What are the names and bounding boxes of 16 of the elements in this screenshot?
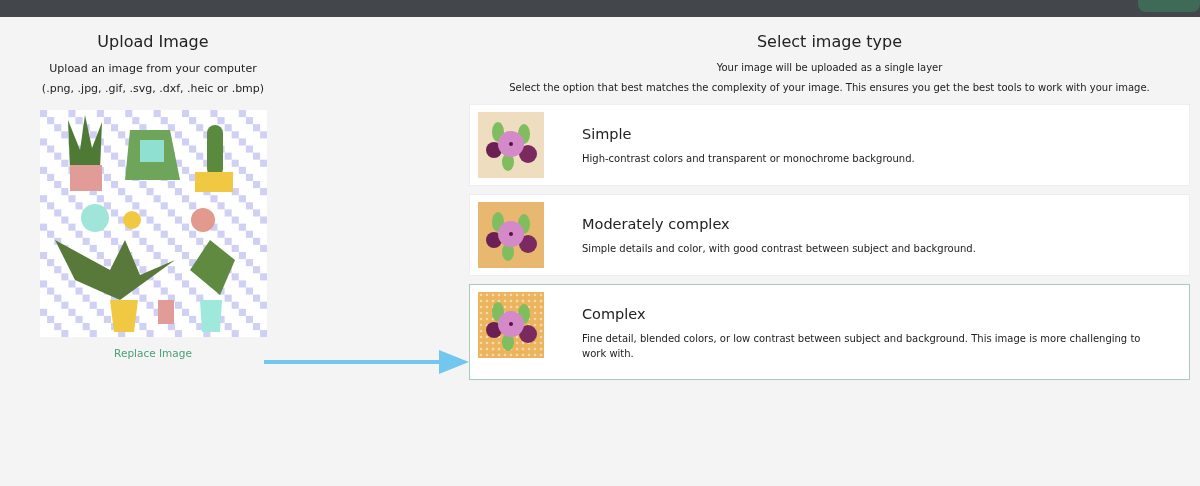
panel-title: Upload Image — [97, 32, 209, 51]
image-type-option[interactable]: Moderately complex Simple details and color, with good contrast between subject and background. — [469, 194, 1190, 276]
layer-note: Your image will be uploaded as a single layer — [716, 62, 943, 73]
option-title: Moderately complex — [582, 216, 731, 232]
image-type-option[interactable]: Complex Fine detail, blended colors, or low contrast between subject and background. This image is more challenging to work with. — [469, 284, 1190, 380]
option-description: Fine detail, blended colors, or low contrast between subject and background. This image is more challenging to work with. — [582, 332, 1142, 361]
image-type-option[interactable]: Simple High-contrast colors and transparent or monochrome background. — [469, 104, 1190, 186]
section-title: Select image type — [756, 32, 903, 51]
instruction-text: Select the option that best matches the complexity of your image. This ensures you get the best tools to work with your image. — [509, 82, 1150, 93]
option-description: High-contrast colors and transparent or monochrome background. — [582, 152, 915, 166]
supported-formats: (.png, .jpg, .gif, .svg, .dxf, .heic or .bmp) — [41, 82, 265, 95]
arrow-icon — [264, 348, 469, 376]
option-title: Complex — [582, 306, 647, 322]
option-title: Simple — [582, 126, 633, 142]
option-description: Simple details and color, with good contrast between subject and background. — [582, 242, 976, 256]
upload-instructions: Upload an image from your computer — [49, 62, 257, 75]
